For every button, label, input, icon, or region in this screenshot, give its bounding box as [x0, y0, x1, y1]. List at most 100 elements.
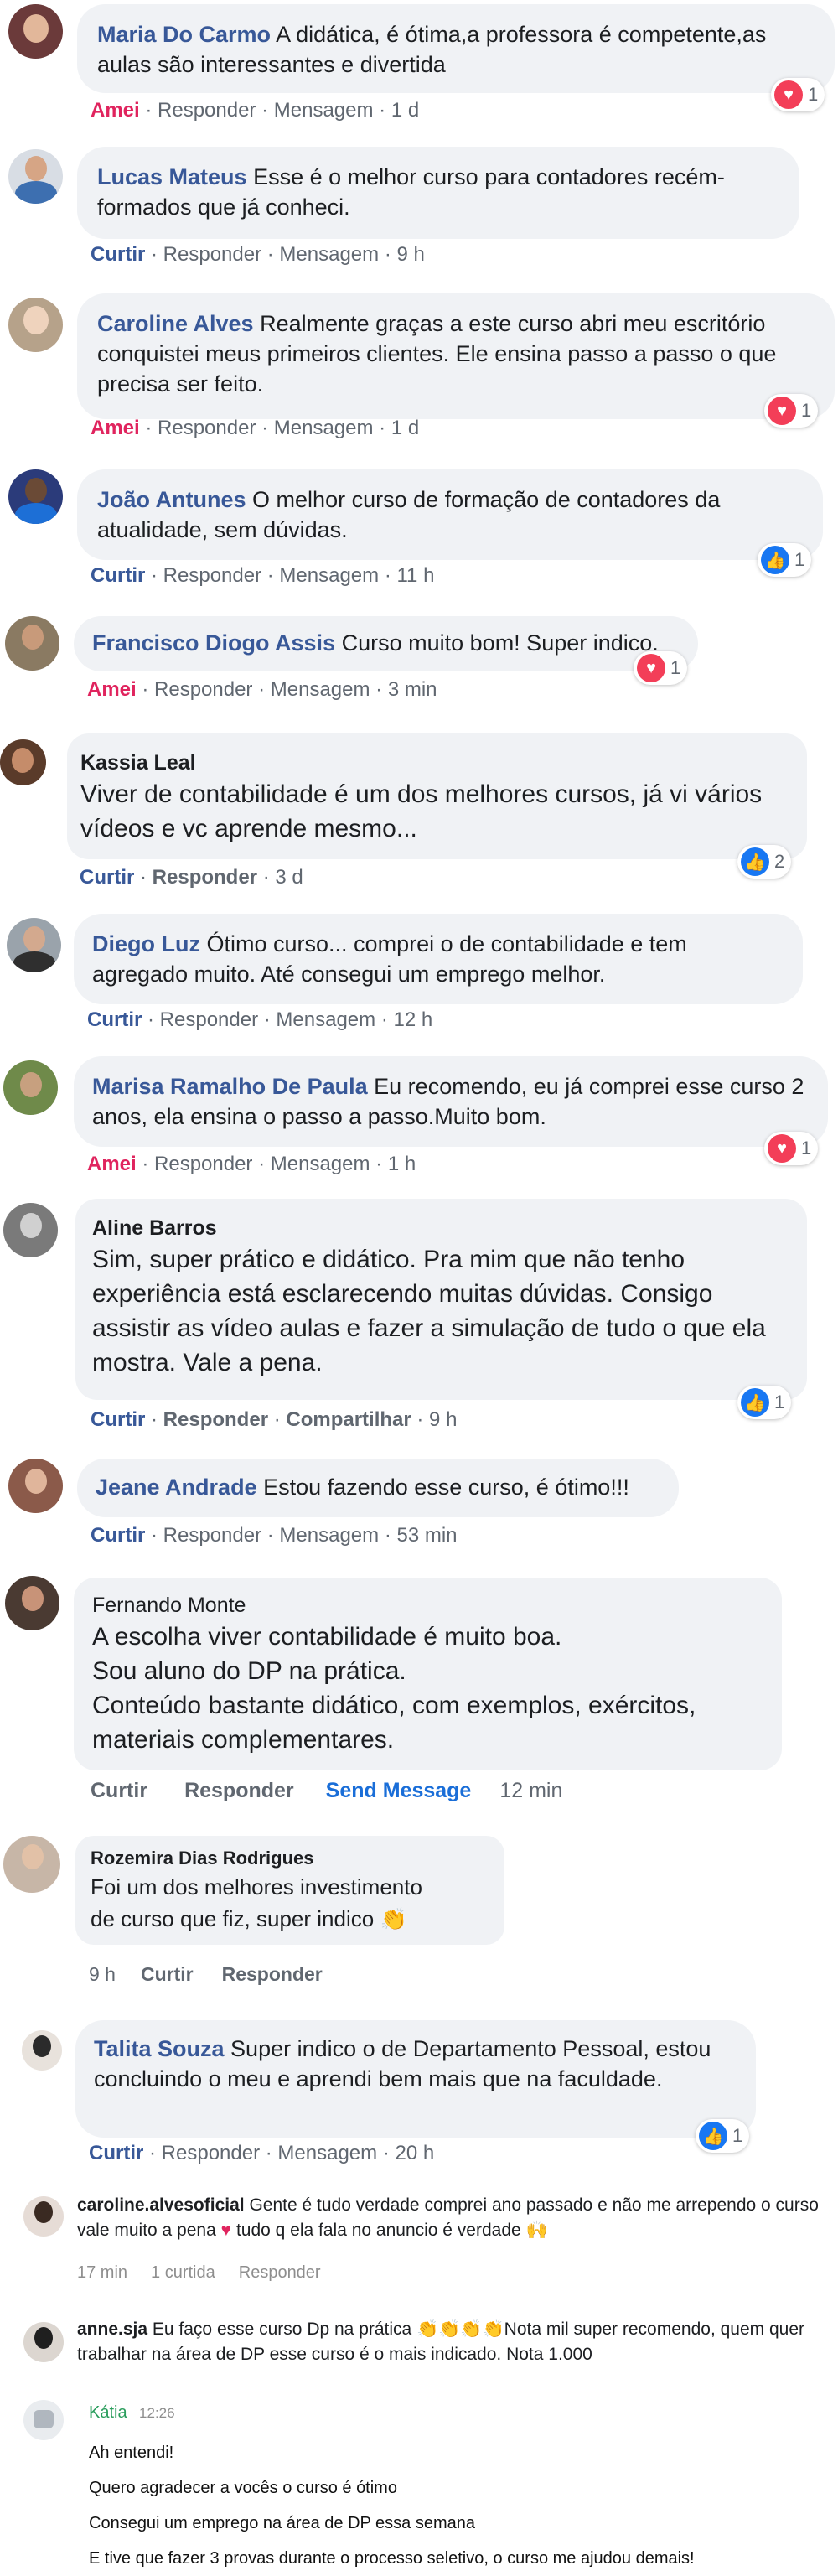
like-button[interactable]: Curtir: [141, 1963, 194, 1986]
avatar[interactable]: [8, 149, 63, 204]
comment-author[interactable]: Lucas Mateus: [97, 164, 247, 189]
message-button[interactable]: Mensagem: [276, 1008, 375, 1032]
chat-line: Quero agradecer a vocês o curso é ótimo: [89, 2479, 397, 2497]
comment-author[interactable]: João Antunes: [97, 487, 246, 512]
message-button[interactable]: Mensagem: [279, 243, 379, 267]
reaction-count[interactable]: ♥ 1: [764, 394, 819, 428]
bot-avatar-icon[interactable]: [23, 2400, 64, 2440]
like-button[interactable]: Curtir: [91, 1779, 147, 1803]
comment-actions: 17 min 1 curtida Responder: [77, 2263, 321, 2283]
comment-author[interactable]: Marisa Ramalho De Paula: [92, 1074, 368, 1099]
comment-actions: Amei · Responder · Mensagem · 3 min: [87, 678, 437, 702]
reaction-count[interactable]: ♥ 1: [771, 78, 825, 111]
red-heart-emoji-icon: ♥: [220, 2221, 232, 2240]
love-button[interactable]: Amei: [91, 417, 140, 440]
comment-author[interactable]: Jeane Andrade: [96, 1475, 257, 1500]
comment-bubble: Rozemira Dias Rodrigues Foi um dos melho…: [75, 1836, 504, 1945]
chat-author[interactable]: Kátia: [89, 2403, 127, 2422]
avatar[interactable]: [23, 2196, 64, 2237]
comment-author[interactable]: Rozemira Dias Rodrigues: [91, 1846, 489, 1871]
comment-line: Foi um dos melhores investimento: [91, 1874, 422, 1900]
share-button[interactable]: Compartilhar: [286, 1408, 411, 1432]
avatar[interactable]: [3, 1060, 58, 1115]
like-button[interactable]: Curtir: [87, 1008, 142, 1032]
reply-button[interactable]: Responder: [154, 678, 252, 702]
heart-icon: ♥: [774, 80, 803, 109]
message-button[interactable]: Mensagem: [279, 1524, 379, 1547]
like-button[interactable]: Curtir: [91, 243, 145, 267]
love-button[interactable]: Amei: [91, 99, 140, 122]
comment-author[interactable]: caroline.alvesoficial: [77, 2195, 245, 2215]
send-message-button[interactable]: Send Message: [326, 1779, 472, 1803]
avatar[interactable]: [0, 739, 46, 785]
comment-bubble: Aline Barros Sim, super prático e didáti…: [75, 1199, 807, 1400]
reaction-count[interactable]: 👍 1: [696, 2119, 750, 2153]
comment-author[interactable]: Aline Barros: [92, 1214, 790, 1242]
reply-button[interactable]: Responder: [163, 1408, 268, 1432]
reaction-count[interactable]: ♥ 1: [764, 1132, 819, 1165]
heart-icon: ♥: [768, 397, 796, 425]
likes-count[interactable]: 1 curtida: [151, 2263, 215, 2282]
comment-bubble: João Antunes O melhor curso de formação …: [77, 469, 823, 560]
comment-author[interactable]: Caroline Alves: [97, 311, 254, 336]
reaction-count[interactable]: ♥ 1: [634, 651, 688, 685]
reaction-count[interactable]: 👍 1: [737, 1386, 792, 1419]
like-button[interactable]: Curtir: [80, 866, 134, 889]
reply-button[interactable]: Responder: [160, 1008, 258, 1032]
reply-button[interactable]: Responder: [163, 243, 261, 267]
comment-author[interactable]: Maria Do Carmo: [97, 22, 271, 47]
avatar[interactable]: [22, 2030, 62, 2071]
avatar[interactable]: [8, 4, 63, 59]
avatar[interactable]: [7, 918, 61, 972]
timestamp: 1 d: [391, 99, 420, 122]
timestamp: 12 min: [499, 1779, 563, 1802]
reply-button[interactable]: Responder: [163, 1524, 261, 1547]
avatar[interactable]: [8, 469, 63, 524]
like-button[interactable]: Curtir: [91, 1408, 145, 1432]
reply-button[interactable]: Responder: [184, 1779, 294, 1803]
reply-button[interactable]: Responder: [163, 564, 261, 588]
comment: Talita Souza Super indico o de Departame…: [0, 2020, 838, 2179]
reply-button[interactable]: Responder: [239, 2263, 321, 2282]
comment-author[interactable]: Kassia Leal: [80, 749, 794, 777]
reply-button[interactable]: Responder: [162, 2142, 260, 2165]
reply-button[interactable]: Responder: [153, 866, 257, 889]
avatar[interactable]: [3, 1203, 58, 1257]
reply-button[interactable]: Responder: [158, 99, 256, 122]
avatar[interactable]: [5, 1576, 59, 1630]
reaction-count[interactable]: 👍 1: [758, 543, 812, 577]
message-button[interactable]: Mensagem: [271, 678, 370, 702]
avatar[interactable]: [23, 2322, 64, 2362]
thumbs-up-icon: 👍: [699, 2122, 727, 2150]
timestamp: 3 d: [275, 866, 303, 889]
reply-button[interactable]: Responder: [154, 1153, 252, 1176]
comment-actions: Curtir · Responder · Mensagem · 12 h: [87, 1008, 433, 1032]
comment-bubble: Kassia Leal Viver de contabilidade é um …: [67, 733, 807, 859]
love-button[interactable]: Amei: [87, 1153, 137, 1176]
like-button[interactable]: Curtir: [91, 1524, 145, 1547]
avatar[interactable]: [5, 616, 59, 671]
like-button[interactable]: Curtir: [89, 2142, 143, 2165]
reply-button[interactable]: Responder: [222, 1963, 323, 1986]
like-button[interactable]: Curtir: [91, 564, 145, 588]
comment-actions: Curtir · Responder · 3 d: [80, 866, 303, 889]
heart-icon: ♥: [637, 654, 665, 682]
comment-author[interactable]: Fernando Monte: [92, 1591, 763, 1620]
avatar[interactable]: [8, 298, 63, 352]
message-button[interactable]: Mensagem: [279, 564, 379, 588]
message-button[interactable]: Mensagem: [274, 417, 374, 440]
comment-author[interactable]: Diego Luz: [92, 931, 200, 956]
comment-author[interactable]: anne.sja: [77, 2319, 147, 2339]
raising-hands-emoji-icon: 🙌: [525, 2221, 548, 2240]
comment-author[interactable]: Talita Souza: [94, 2036, 225, 2061]
avatar[interactable]: [3, 1836, 60, 1893]
avatar[interactable]: [8, 1459, 63, 1513]
love-button[interactable]: Amei: [87, 678, 137, 702]
message-button[interactable]: Mensagem: [277, 2142, 377, 2165]
reaction-count[interactable]: 👍 2: [737, 845, 792, 879]
reply-button[interactable]: Responder: [158, 417, 256, 440]
message-button[interactable]: Mensagem: [271, 1153, 370, 1176]
comment-actions: 9 h Curtir Responder: [89, 1963, 323, 1986]
message-button[interactable]: Mensagem: [274, 99, 374, 122]
comment-author[interactable]: Francisco Diogo Assis: [92, 630, 335, 656]
